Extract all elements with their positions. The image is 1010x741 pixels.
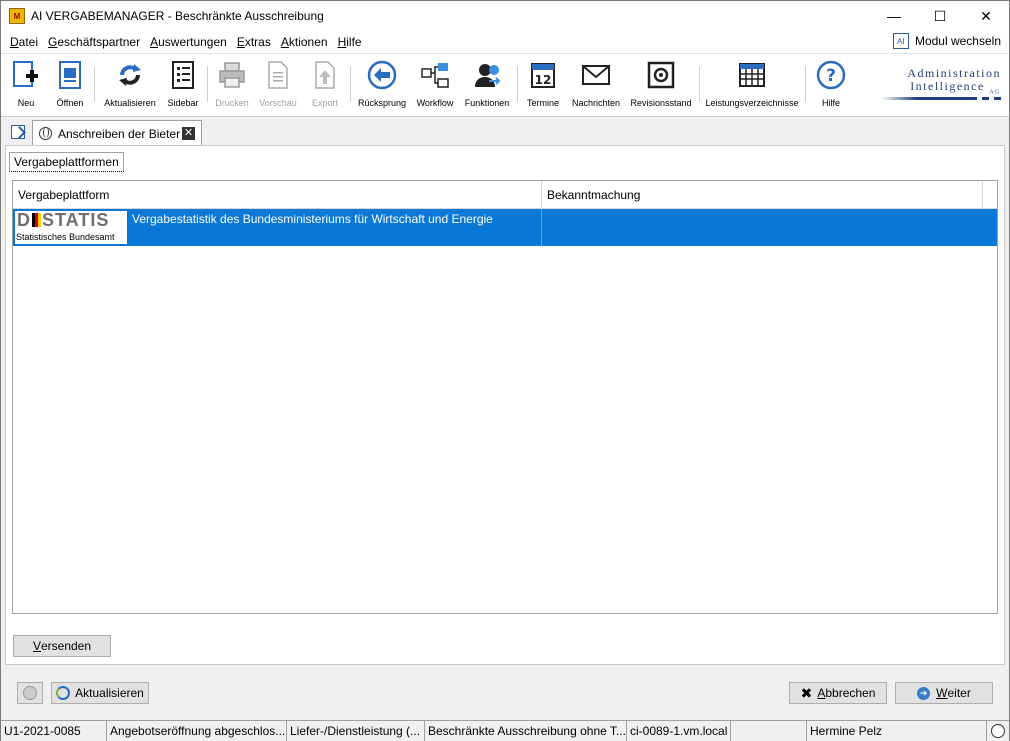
toolbar-separator	[805, 66, 806, 102]
modul-wechseln-label: Modul wechseln	[914, 34, 1001, 48]
toolbar-neu-button[interactable]: Neu	[11, 60, 41, 108]
menu-hilfe[interactable]: Hilfe	[333, 35, 367, 49]
printer-icon	[217, 60, 247, 90]
grid-header: Vergabeplattform Bekanntmachung	[13, 181, 997, 209]
arrow-right-icon: ➔	[917, 686, 931, 700]
table-row[interactable]: D STATIS Statistisches Bundesamt Vergabes…	[13, 209, 997, 246]
content-panel: Vergabeplattformen Vergabeplattform Beka…	[5, 145, 1005, 665]
toolbar-aktualisieren-button[interactable]: Aktualisieren	[102, 60, 158, 108]
table-icon	[737, 60, 767, 90]
open-document-icon	[55, 60, 85, 90]
back-arrow-icon	[367, 60, 397, 90]
close-button[interactable]: ✕	[963, 1, 1009, 31]
globe-icon	[39, 127, 52, 140]
toolbar-separator	[350, 66, 351, 102]
status-verfahrensart: Beschränkte Ausschreibung ohne T...	[425, 721, 627, 741]
toolbar-separator	[207, 66, 208, 102]
column-header-bekanntmachung[interactable]: Bekanntmachung	[542, 181, 982, 209]
connection-status-icon	[991, 724, 1005, 738]
toolbar-separator	[517, 66, 518, 102]
company-logo: Administration Intelligence AG	[881, 66, 1001, 101]
sidebar-icon	[168, 60, 198, 90]
window-title: AI VERGABEMANAGER - Beschränkte Ausschre…	[31, 9, 324, 23]
minimize-button[interactable]: —	[871, 1, 917, 31]
document-tab-bar: Anschreiben der Bieter ✕	[1, 118, 1009, 146]
new-document-icon	[11, 60, 41, 90]
menu-datei[interactable]: Datei	[5, 35, 43, 49]
toolbar-termine-button[interactable]: 12 Termine	[525, 60, 561, 108]
help-icon: ?	[816, 60, 846, 90]
functions-icon	[472, 60, 502, 90]
toolbar-ruecksprung-button[interactable]: Rücksprung	[358, 60, 406, 108]
toolbar-drucken-button[interactable]: Drucken	[214, 60, 250, 108]
circle-icon	[23, 686, 37, 700]
toolbar: Neu Öffnen Aktualisieren Sidebar Drucken…	[1, 53, 1009, 117]
status-toggle-button[interactable]	[17, 682, 43, 704]
modul-icon: AI	[892, 33, 909, 49]
destatis-logo: D STATIS Statistisches Bundesamt	[15, 211, 127, 244]
export-icon	[310, 60, 340, 90]
toolbar-sidebar-button[interactable]: Sidebar	[165, 60, 201, 108]
toolbar-separator	[699, 66, 700, 102]
tab-close-icon[interactable]: ✕	[182, 127, 195, 140]
status-user: Hermine Pelz	[807, 721, 987, 741]
refresh-icon	[115, 60, 145, 90]
toolbar-vorschau-button[interactable]: Vorschau	[257, 60, 299, 108]
toolbar-funktionen-button[interactable]: Funktionen	[464, 60, 510, 108]
app-window: M AI VERGABEMANAGER - Beschränkte Aussch…	[0, 0, 1010, 741]
title-bar[interactable]: M AI VERGABEMANAGER - Beschränkte Aussch…	[1, 1, 1009, 31]
envelope-icon	[581, 60, 611, 90]
column-header-vergabeplattform[interactable]: Vergabeplattform	[13, 181, 541, 209]
cancel-x-icon: ✖	[800, 684, 813, 701]
status-vergabe-id: U1-2021-0085	[1, 721, 107, 741]
app-icon: M	[9, 8, 25, 24]
calendar-day: 12	[535, 73, 552, 87]
status-bar: U1-2021-0085 Angebotseröffnung abgeschlo…	[1, 720, 1009, 741]
toolbar-oeffnen-button[interactable]: Öffnen	[53, 60, 87, 108]
preview-icon	[263, 60, 293, 90]
toolbar-export-button[interactable]: Export	[307, 60, 343, 108]
toolbar-separator	[94, 66, 95, 102]
calendar-icon: 12	[528, 60, 558, 90]
menu-bar: Datei Geschäftspartner Auswertungen Extr…	[1, 31, 1009, 53]
menu-extras[interactable]: Extras	[232, 35, 276, 49]
tab-list-icon[interactable]	[11, 125, 25, 139]
status-server: ci-0089-1.vm.local	[627, 721, 731, 741]
versenden-button[interactable]: Versenden	[13, 635, 111, 657]
status-empty	[731, 721, 807, 741]
toolbar-leistungsverzeichnisse-button[interactable]: Leistungsverzeichnisse	[705, 60, 799, 108]
toolbar-revisionsstand-button[interactable]: Revisionsstand	[630, 60, 692, 108]
aktualisieren-button[interactable]: Aktualisieren	[51, 682, 149, 704]
menu-aktionen[interactable]: Aktionen	[276, 35, 333, 49]
safe-icon	[646, 60, 676, 90]
maximize-button[interactable]: ☐	[917, 1, 963, 31]
menu-geschaeftspartner[interactable]: Geschäftspartner	[43, 35, 145, 49]
weiter-button[interactable]: ➔ Weiter	[895, 682, 993, 704]
modul-wechseln-button[interactable]: AI Modul wechseln	[892, 33, 1001, 49]
bekanntmachung-cell[interactable]	[542, 209, 982, 246]
tab-anschreiben-der-bieter[interactable]: Anschreiben der Bieter ✕	[32, 120, 202, 146]
refresh-icon	[56, 686, 71, 700]
menu-auswertungen[interactable]: Auswertungen	[145, 35, 232, 49]
status-leistungsart: Liefer-/Dienstleistung (...	[287, 721, 425, 741]
platform-grid: Vergabeplattform Bekanntmachung D STATIS …	[12, 180, 998, 614]
workflow-icon	[420, 60, 450, 90]
tab-label: Anschreiben der Bieter	[58, 126, 181, 141]
toolbar-hilfe-button[interactable]: ? Hilfe	[813, 60, 849, 108]
tab-vergabeplattformen[interactable]: Vergabeplattformen	[9, 152, 124, 172]
status-phase: Angebotseröffnung abgeschlos...	[107, 721, 287, 741]
platform-name: Vergabestatistik des Bundesministeriums …	[132, 212, 493, 226]
svg-text:?: ?	[826, 66, 836, 86]
abbrechen-button[interactable]: ✖ Abbrechen	[789, 682, 887, 704]
toolbar-workflow-button[interactable]: Workflow	[415, 60, 455, 108]
toolbar-nachrichten-button[interactable]: Nachrichten	[570, 60, 622, 108]
